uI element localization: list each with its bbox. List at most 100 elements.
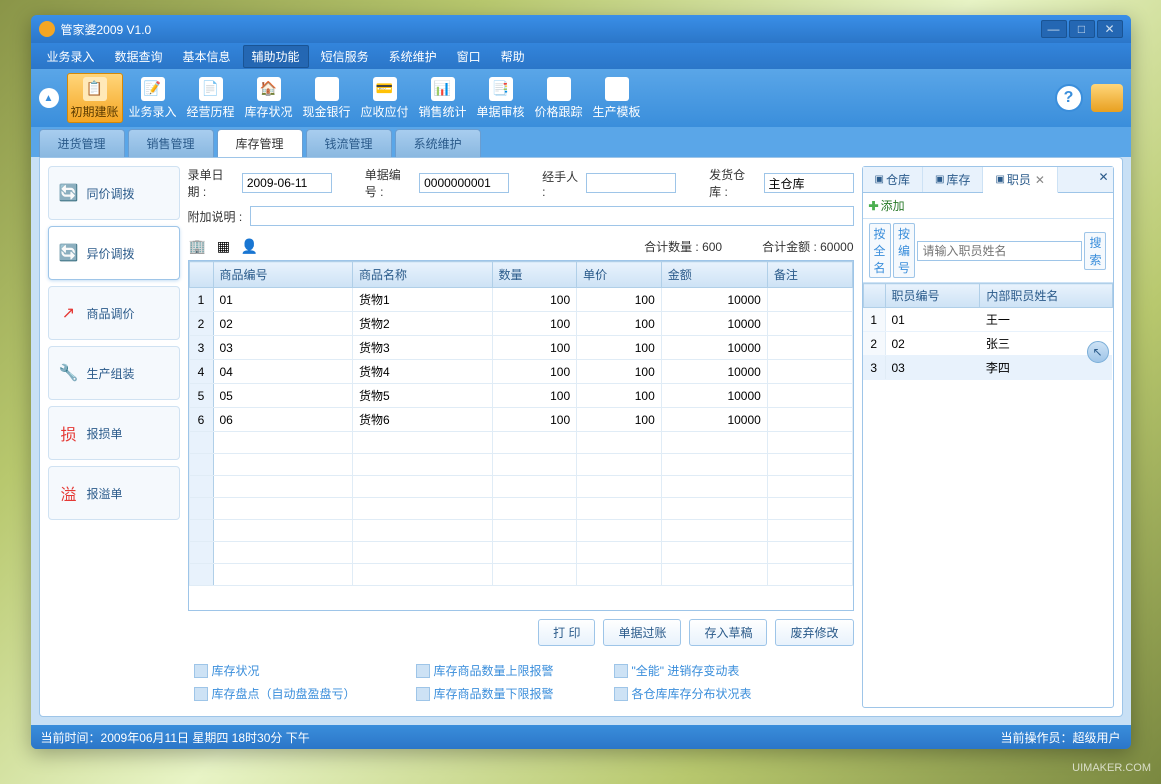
link-0-0[interactable]: 库存状况	[194, 662, 356, 679]
rp-tab-1[interactable]: ▣ 库存	[923, 167, 983, 192]
rp-row[interactable]: 303李四	[863, 356, 1112, 380]
app-window: 管家婆2009 V1.0 — □ ✕ 业务录入数据查询基本信息辅助功能短信服务系…	[31, 15, 1131, 749]
table-row[interactable]	[189, 542, 852, 564]
time-value: 2009年06月11日 星期四 18时30分 下午	[101, 731, 310, 745]
rp-header[interactable]	[863, 284, 885, 308]
grid-icon[interactable]: ▦	[214, 236, 234, 256]
toolbar-btn-0[interactable]: 📋初期建账	[67, 73, 123, 123]
sidebar-item-5[interactable]: 溢报溢单	[48, 466, 180, 520]
toolbar-btn-5[interactable]: 💳应收应付	[357, 73, 413, 123]
table-row[interactable]	[189, 432, 852, 454]
add-button[interactable]: ✚ 添加	[869, 197, 1107, 214]
table-row[interactable]: 101货物110010010000	[189, 288, 852, 312]
action-btn-0[interactable]: 打 印	[538, 619, 595, 646]
sidebar-item-4[interactable]: 损报损单	[48, 406, 180, 460]
right-panel-toolbar: ✚ 添加	[863, 193, 1113, 219]
person-icon[interactable]: 👤	[240, 236, 260, 256]
date-input[interactable]	[242, 173, 332, 193]
table-row[interactable]: 404货物410010010000	[189, 360, 852, 384]
grid-header[interactable]: 商品名称	[353, 262, 493, 288]
link-1-0[interactable]: 库存商品数量上限报警	[416, 662, 554, 679]
table-row[interactable]	[189, 476, 852, 498]
rp-header[interactable]: 内部职员姓名	[980, 284, 1112, 308]
table-row[interactable]	[189, 498, 852, 520]
main-tab-1[interactable]: 销售管理	[128, 129, 214, 157]
doc-input[interactable]	[419, 173, 509, 193]
action-btn-3[interactable]: 废弃修改	[775, 619, 853, 646]
link-2-1[interactable]: 各仓库库存分布状况表	[614, 685, 752, 702]
table-row[interactable]: 303货物310010010000	[189, 336, 852, 360]
right-panel-grid[interactable]: 职员编号内部职员姓名101王一202张三303李四 ↖	[863, 283, 1113, 707]
sidebar-item-0[interactable]: 🔄同价调拨	[48, 166, 180, 220]
help-button[interactable]: ?	[1055, 84, 1083, 112]
toolbar-icon-4: ¥	[315, 77, 339, 101]
close-button[interactable]: ✕	[1097, 20, 1123, 38]
building-icon[interactable]: 🏢	[188, 236, 208, 256]
rp-tab-2[interactable]: ▣ 职员 ✕	[983, 167, 1058, 193]
remark-input[interactable]	[250, 206, 853, 226]
filter-code-button[interactable]: 按编号	[893, 223, 915, 278]
action-btn-1[interactable]: 单据过账	[603, 619, 681, 646]
grid-header[interactable]: 数量	[492, 262, 577, 288]
menu-item-5[interactable]: 系统维护	[381, 46, 445, 67]
link-2-0[interactable]: "全能" 进销存变动表	[614, 662, 752, 679]
table-row[interactable]: 202货物210010010000	[189, 312, 852, 336]
main-tab-2[interactable]: 库存管理	[217, 129, 303, 157]
warehouse-input[interactable]	[764, 173, 854, 193]
menu-item-0[interactable]: 业务录入	[39, 46, 103, 67]
table-row[interactable]: 505货物510010010000	[189, 384, 852, 408]
link-icon	[416, 687, 430, 701]
gold-button[interactable]	[1091, 84, 1123, 112]
toolbar-btn-3[interactable]: 🏠库存状况	[241, 73, 297, 123]
date-label: 录单日期 :	[188, 166, 234, 200]
menubar: 业务录入数据查询基本信息辅助功能短信服务系统维护窗口帮助	[31, 43, 1131, 69]
arrow-up-icon[interactable]: ↖	[1087, 341, 1109, 363]
menu-item-7[interactable]: 帮助	[493, 46, 533, 67]
toolbar-btn-4[interactable]: ¥现金银行	[299, 73, 355, 123]
rp-header[interactable]: 职员编号	[885, 284, 980, 308]
toolbar-btn-7[interactable]: 📑单据审核	[473, 73, 529, 123]
grid-header[interactable]: 单价	[577, 262, 662, 288]
rp-row[interactable]: 202张三	[863, 332, 1112, 356]
link-1-1[interactable]: 库存商品数量下限报警	[416, 685, 554, 702]
link-0-1[interactable]: 库存盘点（自动盘盈盘亏）	[194, 685, 356, 702]
table-row[interactable]	[189, 454, 852, 476]
grid-header[interactable]: 商品编号	[213, 262, 353, 288]
sidebar-item-2[interactable]: ↗商品调价	[48, 286, 180, 340]
menu-item-6[interactable]: 窗口	[449, 46, 489, 67]
rp-tab-0[interactable]: ▣ 仓库	[863, 167, 923, 192]
main-tab-3[interactable]: 钱流管理	[306, 129, 392, 157]
toolbar-icon-2: 📄	[199, 77, 223, 101]
grid-header[interactable]: 备注	[767, 262, 852, 288]
handler-input[interactable]	[586, 173, 676, 193]
menu-item-3[interactable]: 辅助功能	[243, 45, 309, 68]
grid-header[interactable]	[189, 262, 213, 288]
toolbar-btn-1[interactable]: 📝业务录入	[125, 73, 181, 123]
filter-full-button[interactable]: 按全名	[869, 223, 891, 278]
sidebar-item-3[interactable]: 🔧生产组装	[48, 346, 180, 400]
toolbar-btn-9[interactable]: ⚙生产模板	[589, 73, 645, 123]
main-grid[interactable]: 商品编号商品名称数量单价金额备注101货物110010010000202货物21…	[188, 260, 854, 611]
minimize-button[interactable]: —	[1041, 20, 1067, 38]
table-row[interactable]	[189, 520, 852, 542]
menu-item-4[interactable]: 短信服务	[313, 46, 377, 67]
toolbar-btn-6[interactable]: 📊销售统计	[415, 73, 471, 123]
sidebar-item-1[interactable]: 🔄异价调拨	[48, 226, 180, 280]
search-input[interactable]	[917, 241, 1082, 261]
action-btn-2[interactable]: 存入草稿	[689, 619, 767, 646]
close-panel-button[interactable]: ✕	[1098, 170, 1108, 184]
grid-header[interactable]: 金额	[661, 262, 767, 288]
collapse-toolbar-button[interactable]: ▲	[39, 88, 59, 108]
rp-row[interactable]: 101王一	[863, 308, 1112, 332]
toolbar-btn-8[interactable]: ✔价格跟踪	[531, 73, 587, 123]
table-row[interactable]	[189, 564, 852, 586]
table-row[interactable]: 606货物610010010000	[189, 408, 852, 432]
search-button[interactable]: 搜索	[1084, 232, 1106, 270]
main-tab-4[interactable]: 系统维护	[395, 129, 481, 157]
menu-item-2[interactable]: 基本信息	[175, 46, 239, 67]
maximize-button[interactable]: □	[1069, 20, 1095, 38]
main-tab-0[interactable]: 进货管理	[39, 129, 125, 157]
toolbar-btn-2[interactable]: 📄经营历程	[183, 73, 239, 123]
menu-item-1[interactable]: 数据查询	[107, 46, 171, 67]
titlebar[interactable]: 管家婆2009 V1.0 — □ ✕	[31, 15, 1131, 43]
